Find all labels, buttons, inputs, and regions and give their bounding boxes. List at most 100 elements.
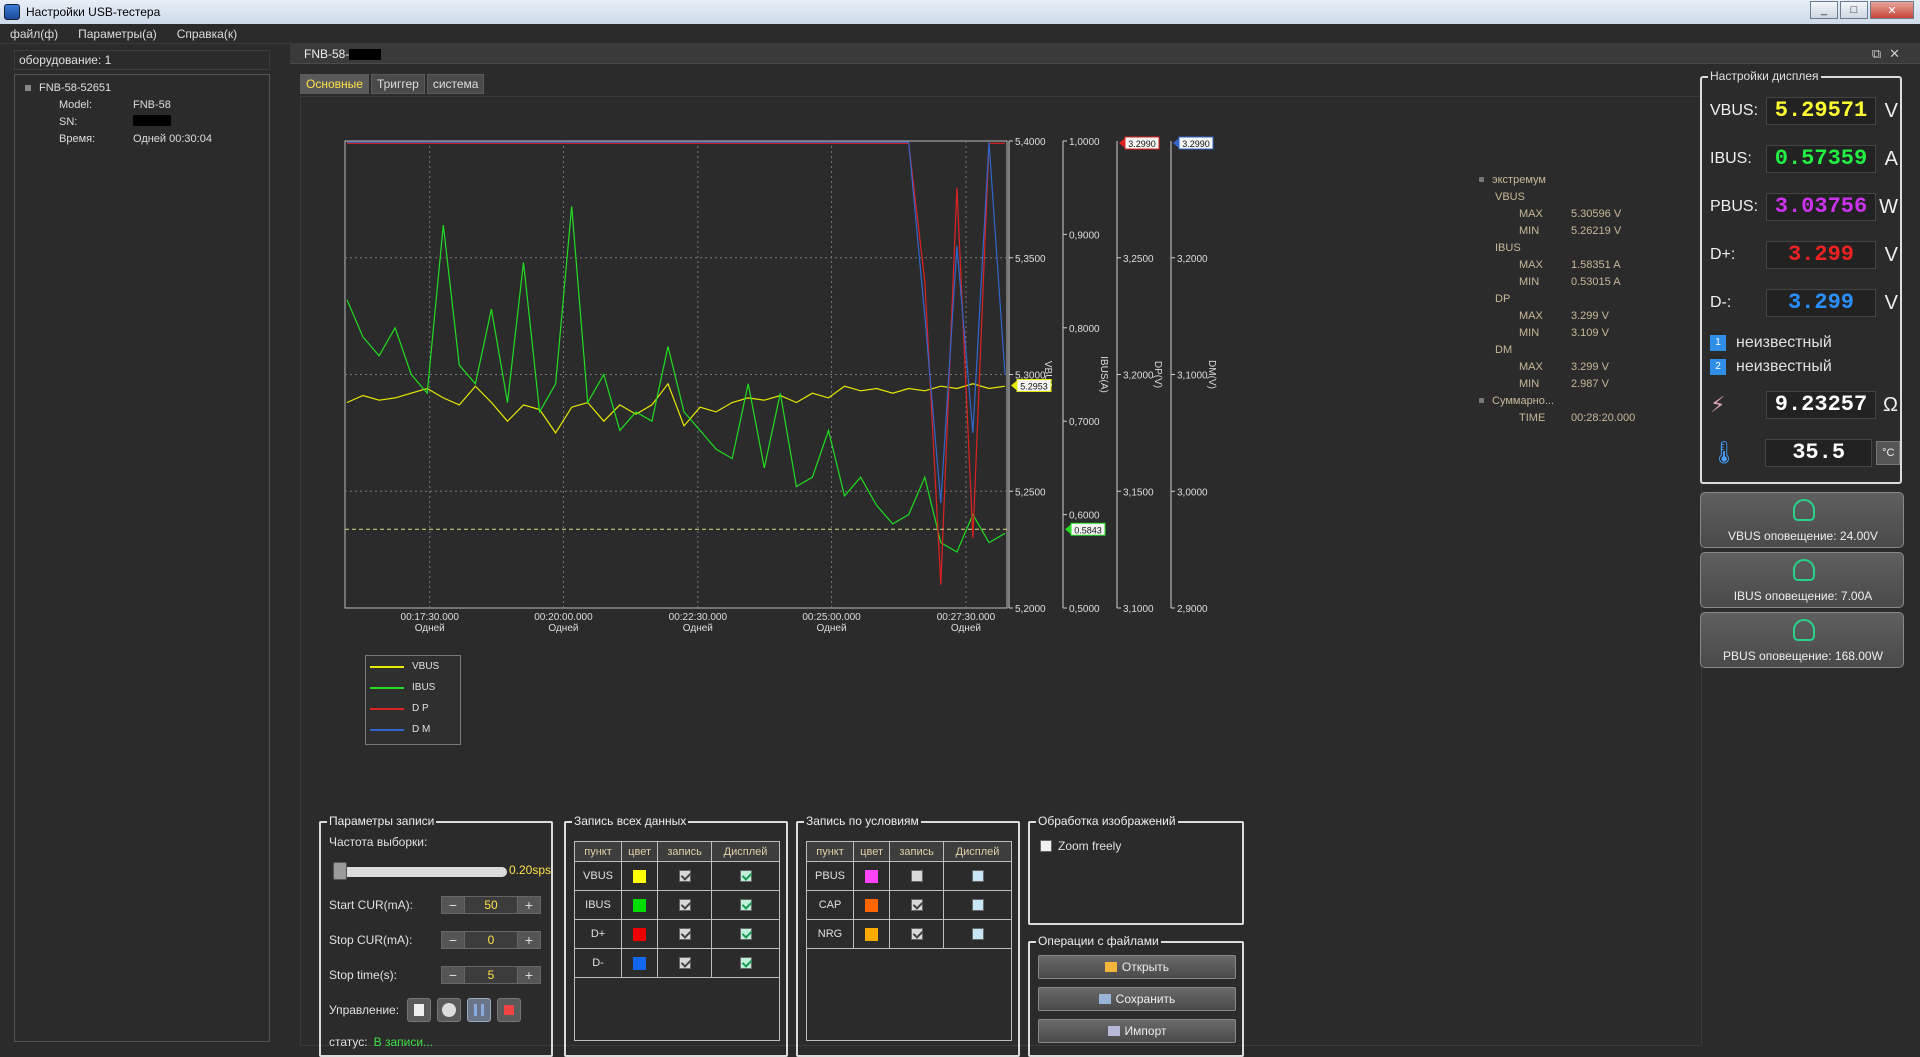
- menu-help[interactable]: Справка(к): [167, 27, 247, 41]
- alarm-bell-icon: [1793, 559, 1815, 581]
- y-tick-label: 5,2000: [1015, 604, 1046, 615]
- extrema-row: MIN 5.26219 V: [1479, 222, 1635, 239]
- database-icon: [1107, 1026, 1120, 1036]
- temperature-unit-button[interactable]: °C: [1876, 441, 1900, 465]
- stop-button[interactable]: [497, 998, 522, 1022]
- vbus-label: VBUS:: [1710, 102, 1759, 119]
- extrema-row: MAX 3.299 V: [1479, 307, 1635, 324]
- group-title: Запись всех данных: [572, 814, 689, 828]
- extrema-label: MIN: [1519, 377, 1540, 390]
- ibus-alert-button[interactable]: IBUS оповещение: 7.00A: [1700, 552, 1904, 608]
- maximize-button[interactable]: □: [1840, 1, 1868, 19]
- play-button[interactable]: [437, 998, 462, 1022]
- tab-main[interactable]: Основные: [300, 74, 369, 94]
- save-button[interactable]: Сохранить: [1038, 987, 1236, 1011]
- y-tick-label: 5,4000: [1015, 137, 1046, 148]
- decrement-button[interactable]: −: [441, 896, 465, 914]
- status-value: В записи...: [373, 1035, 434, 1049]
- pause-button[interactable]: [467, 998, 492, 1022]
- save-label: Сохранить: [1115, 992, 1176, 1006]
- import-button[interactable]: Импорт: [1038, 1019, 1236, 1043]
- pause-icon: [474, 1004, 485, 1016]
- field-value: Одней 00:30:04: [133, 132, 212, 145]
- minimize-button[interactable]: _: [1810, 1, 1838, 19]
- extrema-row: экстремум: [1479, 171, 1635, 188]
- x-tick-label: 00:27:30.000: [937, 612, 996, 623]
- extrema-row: MAX 3.299 V: [1479, 358, 1635, 375]
- increment-button[interactable]: +: [517, 931, 541, 949]
- extrema-value: 3.109 V: [1571, 326, 1609, 339]
- stop-cur-value[interactable]: 0: [465, 931, 517, 949]
- file-icon: [414, 1004, 425, 1016]
- open-button[interactable]: Открыть: [1038, 955, 1236, 979]
- extrema-row: DP: [1479, 290, 1635, 307]
- dp-unit: V: [1884, 243, 1898, 266]
- extrema-label: MAX: [1519, 207, 1543, 220]
- x-tick-label: 00:20:00.000: [534, 612, 593, 623]
- ibus-label: IBUS:: [1710, 150, 1752, 167]
- extrema-row: MIN 0.53015 A: [1479, 273, 1635, 290]
- extrema-label: MAX: [1519, 309, 1543, 322]
- dm-value: 3.299: [1766, 289, 1876, 317]
- y-tick-label: 2,9000: [1177, 604, 1208, 615]
- start-cur-label: Start CUR(mA):: [329, 898, 413, 912]
- tree-expand-icon: [25, 84, 31, 91]
- extrema-tree: экстремум VBUS MAX 5.30596 V MIN 5.26219 V IBU…: [1479, 171, 1635, 426]
- new-file-button[interactable]: [407, 998, 432, 1022]
- vbus-alert-button[interactable]: VBUS оповещение: 24.00V: [1700, 492, 1904, 548]
- decrement-button[interactable]: −: [441, 966, 465, 984]
- vbus-marker-arrow: [1011, 380, 1017, 391]
- dock-controls[interactable]: ⧉✕: [1872, 46, 1908, 62]
- decrement-button[interactable]: −: [441, 931, 465, 949]
- start-cur-stepper[interactable]: − 50 +: [441, 896, 541, 914]
- x-tick-label: 00:22:30.000: [669, 612, 728, 623]
- extrema-value: 1.58351 A: [1571, 258, 1621, 271]
- ibus-unit: A: [1884, 147, 1898, 170]
- legend-label: IBUS: [412, 682, 436, 693]
- extrema-label: MIN: [1519, 275, 1540, 288]
- x-tick-sub: Одней: [817, 623, 847, 634]
- extrema-value: 0.53015 A: [1571, 275, 1621, 288]
- legend-item: IBUS: [366, 677, 460, 698]
- stop-cur-stepper[interactable]: − 0 +: [441, 931, 541, 949]
- ibus-marker-arrow: [1065, 524, 1071, 535]
- dp-marker-arrow: [1119, 138, 1125, 148]
- resistance-row: ⚡ 9.23257 Ω: [1710, 390, 1900, 420]
- slider-handle[interactable]: [333, 862, 347, 880]
- close-window-button[interactable]: ✕: [1870, 1, 1914, 19]
- field-key: SN:: [59, 115, 78, 128]
- sample-rate-slider[interactable]: [335, 867, 507, 877]
- extrema-row: IBUS: [1479, 239, 1635, 256]
- dm-marker-arrow: [1173, 138, 1179, 148]
- file-ops-group: Операции с файлами Открыть Сохранить Имп…: [1028, 934, 1244, 1057]
- protocol-badge: 1: [1710, 335, 1726, 351]
- stop-time-stepper[interactable]: − 5 +: [441, 966, 541, 984]
- device-node[interactable]: FNB-58-52651: [15, 79, 269, 96]
- field-value: FNB-58: [133, 98, 171, 111]
- menu-file[interactable]: файл(ф): [0, 27, 68, 41]
- extrema-label: MIN: [1519, 224, 1540, 237]
- table-frame: [806, 841, 1012, 1041]
- status-label: статус:: [329, 1035, 368, 1049]
- device-field: SN:: [15, 113, 269, 130]
- vbus-value: 5.29571: [1766, 97, 1876, 125]
- device-document-tab[interactable]: FNB-58- ⧉✕: [290, 44, 1920, 64]
- legend-line: [370, 686, 404, 689]
- menu-parameters[interactable]: Параметры(а): [68, 27, 167, 41]
- tree-bullet-icon: [1479, 398, 1484, 403]
- field-key: Model:: [59, 98, 93, 111]
- pbus-alert-button[interactable]: PBUS оповещение: 168.00W: [1700, 612, 1904, 668]
- zoom-freely-checkbox[interactable]: [1040, 840, 1052, 852]
- start-cur-value[interactable]: 50: [465, 896, 517, 914]
- folder-icon: [1104, 962, 1117, 972]
- tab-trigger[interactable]: Триггер: [370, 74, 425, 94]
- increment-button[interactable]: +: [517, 896, 541, 914]
- increment-button[interactable]: +: [517, 966, 541, 984]
- alert-label: PBUS оповещение: 168.00W: [1723, 649, 1883, 663]
- extrema-value: 5.30596 V: [1571, 207, 1622, 220]
- app-icon: [4, 4, 20, 20]
- x-tick-sub: Одней: [415, 623, 445, 634]
- axis-label: DM(V): [1206, 360, 1217, 389]
- stop-time-value[interactable]: 5: [465, 966, 517, 984]
- tab-system[interactable]: система: [426, 74, 485, 94]
